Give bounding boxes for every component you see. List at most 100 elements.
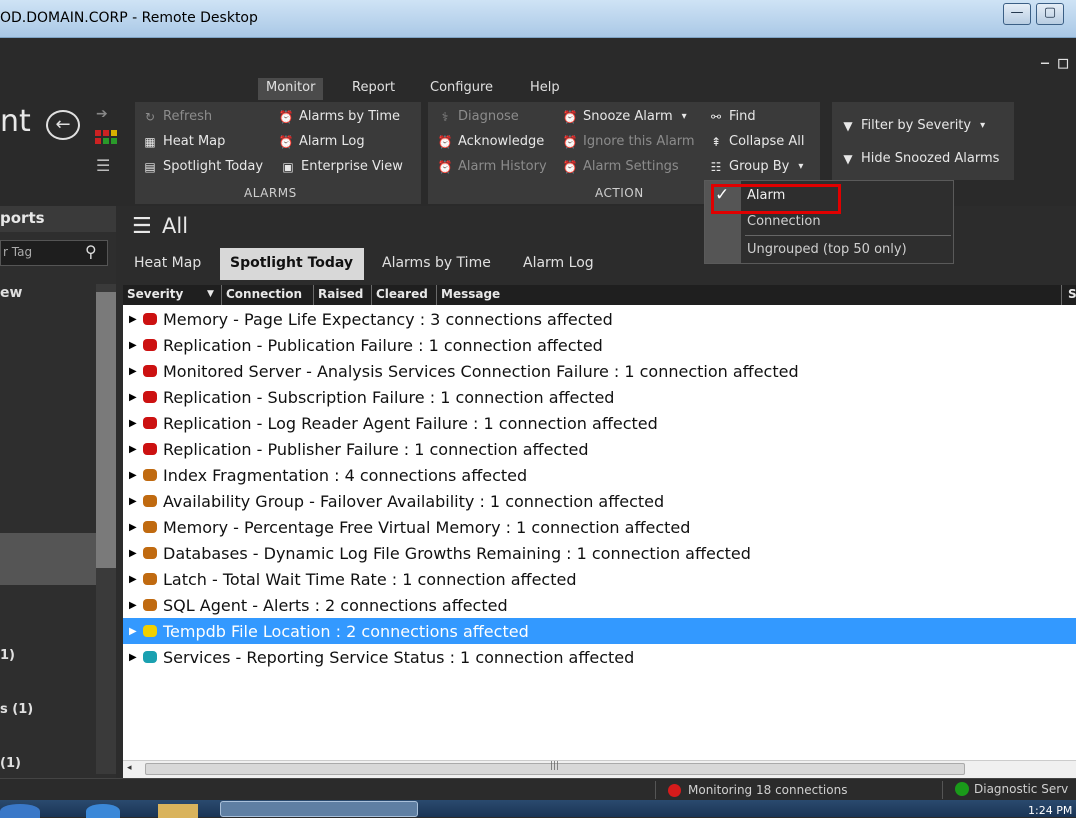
group-by-button[interactable]: ☷ Group By ▾ — [708, 159, 804, 174]
alarm-settings-button[interactable]: ⏰ Alarm Settings — [562, 159, 679, 174]
column-cleared[interactable]: Cleared — [372, 285, 437, 305]
alarm-log-label: Alarm Log — [299, 134, 365, 149]
expand-arrow-icon[interactable]: ▶ — [129, 340, 141, 351]
alarm-row[interactable]: ▶ Latch - Total Wait Time Rate : 1 connec… — [123, 566, 1076, 592]
forward-arrow-icon[interactable]: ➔ — [96, 106, 108, 122]
hide-snoozed-alarms-button[interactable]: ▼ Hide Snoozed Alarms — [840, 151, 999, 166]
filter-by-severity-button[interactable]: ▼ Filter by Severity ▾ — [840, 118, 985, 133]
alarm-row[interactable]: ▶ Memory - Percentage Free Virtual Memory… — [123, 514, 1076, 540]
alarm-history-button[interactable]: ⏰ Alarm History — [437, 159, 547, 174]
chevron-down-icon: ▾ — [681, 111, 687, 122]
tab-report[interactable]: Report — [344, 78, 403, 100]
ignore-alarm-button[interactable]: ⏰ Ignore this Alarm — [562, 134, 695, 149]
enterprise-view-icon: ▣ — [282, 159, 294, 174]
column-severity-label: Severity — [127, 287, 184, 301]
back-arrow-icon[interactable]: ← — [46, 110, 80, 140]
sidebar-scroll-thumb[interactable] — [96, 292, 116, 568]
group-by-ungrouped-option[interactable]: Ungrouped (top 50 only) — [705, 238, 953, 262]
collapse-all-label: Collapse All — [729, 134, 805, 149]
alarm-row[interactable]: ▶ Index Fragmentation : 4 connections aff… — [123, 462, 1076, 488]
alarm-message: SQL Agent - Alerts : 2 connections affec… — [163, 595, 508, 615]
alarm-row[interactable]: ▶ Availability Group - Failover Availabil… — [123, 488, 1076, 514]
sidebar-count-3[interactable]: (1) — [0, 756, 21, 771]
expand-arrow-icon[interactable]: ▶ — [129, 470, 141, 481]
window-titlebar[interactable]: OD.DOMAIN.CORP - Remote Desktop — ▢ — [0, 0, 1076, 38]
horizontal-scroll-thumb[interactable]: ||| — [145, 761, 965, 775]
tab-configure[interactable]: Configure — [422, 78, 501, 100]
sidebar-search-input[interactable]: r Tag ⚲ — [0, 240, 108, 266]
column-connection[interactable]: Connection — [222, 285, 314, 305]
enterprise-view-label: Enterprise View — [301, 159, 403, 174]
alarm-row[interactable]: ▶ Replication - Publication Failure : 1 c… — [123, 332, 1076, 358]
alarm-row[interactable]: ▶ Replication - Publisher Failure : 1 con… — [123, 436, 1076, 462]
expand-arrow-icon[interactable]: ▶ — [129, 626, 141, 637]
minimize-button[interactable]: — — [1003, 3, 1031, 25]
expand-arrow-icon[interactable]: ▶ — [129, 314, 141, 325]
browser-taskbar-icon[interactable] — [86, 804, 120, 818]
expand-arrow-icon[interactable]: ▶ — [129, 652, 141, 663]
snooze-alarm-button[interactable]: ⏰ Snooze Alarm ▾ — [562, 109, 687, 124]
heat-map-icon: ▦ — [144, 134, 156, 149]
alarm-message: Replication - Log Reader Agent Failure :… — [163, 413, 658, 433]
acknowledge-button[interactable]: ⏰ Acknowledge — [437, 134, 545, 149]
diagnose-button[interactable]: ⚕ Diagnose — [437, 109, 519, 124]
column-raised[interactable]: Raised — [314, 285, 372, 305]
chevron-down-icon: ▾ — [798, 161, 804, 172]
enterprise-view-button[interactable]: ▣ Enterprise View — [280, 159, 403, 174]
alarm-row[interactable]: ▶ Memory - Page Life Expectancy : 3 conne… — [123, 306, 1076, 332]
expand-arrow-icon[interactable]: ▶ — [129, 444, 141, 455]
search-icon[interactable]: ⚲ — [85, 242, 97, 261]
acknowledge-label: Acknowledge — [458, 134, 545, 149]
ignore-icon: ⏰ — [562, 134, 578, 149]
spotlight-today-button[interactable]: ▤ Spotlight Today — [142, 159, 263, 174]
expand-arrow-icon[interactable]: ▶ — [129, 574, 141, 585]
alarm-row[interactable]: ▶ Replication - Subscription Failure : 1 … — [123, 384, 1076, 410]
alarm-row[interactable]: ▶ Services - Reporting Service Status : 1… — [123, 644, 1076, 670]
tab-monitor[interactable]: Monitor — [258, 78, 324, 100]
grid-horizontal-scrollbar[interactable]: ◂ ||| — [123, 760, 1076, 778]
window-restore-icon[interactable]: – ▫ — [1040, 50, 1070, 74]
sidebar-count-1[interactable]: 1) — [0, 648, 15, 663]
heat-map-button[interactable]: ▦ Heat Map — [142, 134, 225, 149]
alarms-by-time-button[interactable]: ⏰ Alarms by Time — [278, 109, 401, 124]
sidebar-selected-item[interactable] — [0, 533, 96, 585]
alarm-row[interactable]: ▶ Replication - Log Reader Agent Failure … — [123, 410, 1076, 436]
column-s[interactable]: S — [1064, 285, 1076, 305]
expand-arrow-icon[interactable]: ▶ — [129, 496, 141, 507]
collapse-all-button[interactable]: ⇞ Collapse All — [708, 134, 805, 149]
group-by-connection-option[interactable]: Connection — [705, 210, 953, 234]
maximize-button[interactable]: ▢ — [1036, 3, 1064, 25]
find-button[interactable]: ⚯ Find — [708, 109, 756, 124]
sidebar-scrollbar[interactable] — [96, 284, 116, 774]
expand-arrow-icon[interactable]: ▶ — [129, 600, 141, 611]
expand-arrow-icon[interactable]: ▶ — [129, 418, 141, 429]
hamburger-icon[interactable]: ☰ — [132, 214, 152, 239]
tab-alarms-by-time[interactable]: Alarms by Time — [372, 248, 501, 280]
refresh-label: Refresh — [163, 109, 213, 124]
expand-arrow-icon[interactable]: ▶ — [129, 548, 141, 559]
column-severity[interactable]: Severity ▼ — [123, 285, 222, 305]
remote-desktop-taskbar-button[interactable] — [220, 801, 418, 817]
folder-taskbar-icon[interactable] — [158, 804, 198, 818]
alarm-row[interactable]: ▶ Tempdb File Location : 2 connections af… — [123, 618, 1076, 644]
tab-heat-map[interactable]: Heat Map — [124, 248, 211, 280]
column-message[interactable]: Message — [437, 285, 1062, 305]
list-view-icon[interactable]: ☰ — [96, 156, 110, 175]
sidebar-count-2[interactable]: s (1) — [0, 702, 33, 717]
alarm-row[interactable]: ▶ Databases - Dynamic Log File Growths Re… — [123, 540, 1076, 566]
alarm-message: Tempdb File Location : 2 connections aff… — [163, 621, 529, 641]
alarm-row[interactable]: ▶ Monitored Server - Analysis Services Co… — [123, 358, 1076, 384]
tab-spotlight-today[interactable]: Spotlight Today — [220, 248, 364, 280]
expand-arrow-icon[interactable]: ▶ — [129, 366, 141, 377]
alarm-log-button[interactable]: ⏰ Alarm Log — [278, 134, 365, 149]
scroll-left-icon[interactable]: ◂ — [127, 763, 132, 773]
expand-arrow-icon[interactable]: ▶ — [129, 392, 141, 403]
start-button-icon[interactable] — [0, 804, 40, 818]
tab-help[interactable]: Help — [522, 78, 568, 100]
alarm-row[interactable]: ▶ SQL Agent - Alerts : 2 connections affe… — [123, 592, 1076, 618]
refresh-button[interactable]: ↻ Refresh — [142, 109, 212, 124]
filter-icon: ▼ — [843, 151, 853, 166]
diagnostic-status-text: Diagnostic Serv — [974, 782, 1069, 796]
expand-arrow-icon[interactable]: ▶ — [129, 522, 141, 533]
tab-alarm-log[interactable]: Alarm Log — [513, 248, 604, 280]
